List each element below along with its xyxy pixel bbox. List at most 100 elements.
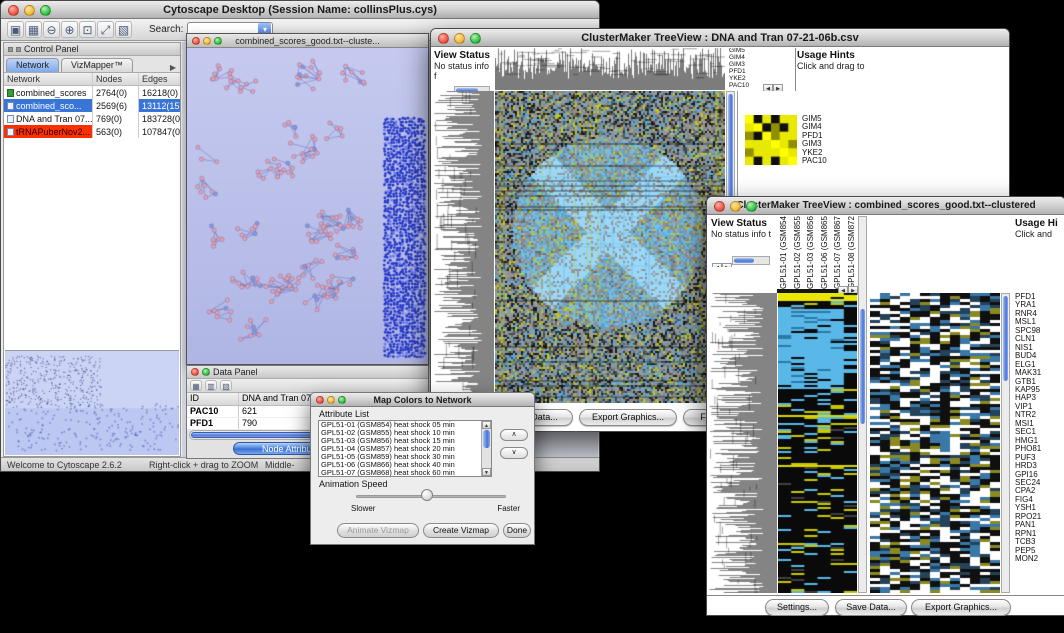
- zoom-in-icon[interactable]: ⊕: [61, 21, 78, 38]
- zoom-selected-icon[interactable]: ⊡: [79, 21, 96, 38]
- attribute-table-icon[interactable]: ▦: [190, 380, 202, 391]
- move-up-button[interactable]: ∧: [500, 429, 528, 441]
- secondary-vscrollbar[interactable]: [1001, 293, 1010, 593]
- maximize-icon[interactable]: [214, 37, 222, 45]
- open-session-icon[interactable]: ▣: [7, 21, 24, 38]
- select-attributes-icon[interactable]: ▥: [205, 380, 217, 391]
- save-session-icon[interactable]: ▦: [25, 21, 42, 38]
- list-vscrollbar[interactable]: ▲ ▼: [481, 421, 491, 476]
- snapshot-icon[interactable]: ▧: [115, 21, 132, 38]
- tab-vizmapper[interactable]: VizMapper™: [61, 58, 133, 72]
- column-header-label[interactable]: GPL51-01 (GSM854: [777, 216, 791, 289]
- scroll-left-icon[interactable]: ◀: [712, 263, 722, 267]
- scroll-down-icon[interactable]: ▼: [482, 468, 491, 476]
- column-header-label[interactable]: GPL51-02 (GSM855: [791, 216, 805, 289]
- close-icon[interactable]: [192, 37, 200, 45]
- correlation-matrix-canvas[interactable]: [745, 115, 797, 165]
- close-icon[interactable]: [8, 5, 19, 16]
- usage-hints-text: Click and drag to: [797, 61, 1005, 71]
- close-icon[interactable]: [714, 201, 725, 212]
- move-down-button[interactable]: ∨: [500, 447, 528, 459]
- maximize-icon[interactable]: [746, 201, 757, 212]
- divider: [795, 48, 796, 91]
- network-row[interactable]: combined_sco... 2569(6) 13112(15): [4, 99, 180, 112]
- network-row[interactable]: combined_scores 2764(0) 16218(0): [4, 86, 180, 99]
- panel-close-icon[interactable]: [16, 47, 21, 52]
- maximize-icon[interactable]: [40, 5, 51, 16]
- zoom-fit-icon[interactable]: ⤢: [97, 21, 114, 38]
- column-dendrogram-canvas[interactable]: [495, 48, 725, 90]
- tab-overflow-icon[interactable]: ▶: [170, 63, 178, 72]
- network-edges: 107847(0): [139, 125, 180, 138]
- save-data-button[interactable]: Save Data...: [835, 599, 907, 616]
- network-table-header: Network Nodes Edges: [4, 73, 180, 86]
- maximize-icon[interactable]: [470, 33, 481, 44]
- scrollbar-thumb[interactable]: [483, 430, 490, 448]
- column-header-label[interactable]: GPL51-06 (GSM865: [818, 216, 832, 289]
- gene-label[interactable]: MON2: [1015, 555, 1064, 563]
- minimize-icon[interactable]: [730, 201, 741, 212]
- network-overview-thumbnail[interactable]: [5, 350, 179, 455]
- scrollbar-thumb[interactable]: [1003, 296, 1008, 381]
- row-dendrogram-canvas[interactable]: [434, 91, 494, 403]
- speed-slider-thumb[interactable]: [421, 489, 433, 501]
- treeview-titlebar[interactable]: ClusterMaker TreeView : combined_scores_…: [707, 197, 1064, 215]
- network-row[interactable]: tRNAPuberNov2... 563(0) 107847(0): [4, 125, 180, 138]
- done-button[interactable]: Done: [503, 523, 531, 538]
- network-edges: 16218(0): [139, 86, 180, 99]
- minimize-icon[interactable]: [327, 396, 335, 404]
- matrix-label[interactable]: PAC10: [802, 157, 862, 165]
- panel-float-icon[interactable]: [8, 47, 13, 52]
- scrollbar-track[interactable]: [732, 256, 770, 265]
- animation-speed-label: Animation Speed: [319, 479, 388, 489]
- scrollbar-thumb[interactable]: [734, 258, 754, 263]
- cytoscape-titlebar[interactable]: Cytoscape Desktop (Session Name: collins…: [1, 1, 599, 19]
- network-row[interactable]: DNA and Tran 07... 769(0) 183728(0): [4, 112, 180, 125]
- network-view-titlebar[interactable]: combined_scores_good.txt--cluste...: [187, 34, 428, 48]
- data-panel-header[interactable]: Data Panel: [187, 366, 428, 379]
- secondary-heatmap-canvas[interactable]: [870, 293, 1000, 593]
- scrollbar-thumb[interactable]: [728, 94, 733, 199]
- scroll-up-icon[interactable]: ▲: [482, 421, 491, 429]
- control-panel-header[interactable]: Control Panel: [4, 43, 180, 56]
- export-graphics-button[interactable]: Export Graphics...: [579, 409, 677, 426]
- heatmap-canvas[interactable]: [778, 293, 857, 593]
- attribute-function-icon[interactable]: ▧: [220, 380, 232, 391]
- column-header-edges[interactable]: Edges: [139, 73, 180, 85]
- settings-button[interactable]: Settings...: [765, 599, 829, 616]
- maximize-icon[interactable]: [338, 396, 346, 404]
- window-title: ClusterMaker TreeView : combined_scores_…: [736, 200, 1035, 211]
- heatmap-canvas[interactable]: [495, 91, 725, 403]
- divider: [707, 595, 1064, 596]
- column-header-id[interactable]: ID: [187, 393, 239, 405]
- export-graphics-button[interactable]: Export Graphics...: [911, 599, 1011, 616]
- create-vizmap-button[interactable]: Create Vizmap: [423, 523, 499, 538]
- dialog-titlebar[interactable]: Map Colors to Network: [311, 393, 534, 407]
- usage-hints-text: Click and: [1015, 229, 1064, 239]
- minimize-icon[interactable]: [24, 5, 35, 16]
- float-icon[interactable]: [202, 368, 210, 376]
- zoom-out-icon[interactable]: ⊖: [43, 21, 60, 38]
- scroll-right-icon[interactable]: ▶: [722, 263, 732, 267]
- tab-network[interactable]: Network: [6, 58, 59, 72]
- close-icon[interactable]: [316, 396, 324, 404]
- row-dendrogram-canvas[interactable]: [709, 293, 777, 593]
- close-icon[interactable]: [191, 368, 199, 376]
- column-label[interactable]: PAC10: [729, 83, 763, 90]
- minimize-icon[interactable]: [454, 33, 465, 44]
- heatmap-vscrollbar[interactable]: [858, 216, 867, 593]
- network-graph-canvas[interactable]: [187, 48, 428, 364]
- network-nodes: 2764(0): [93, 86, 139, 99]
- animate-vizmap-button[interactable]: Animate Vizmap: [337, 523, 419, 538]
- matrix-label-list: GIM5GIM4PFD1GIM3YKE2PAC10: [802, 115, 862, 167]
- minimize-icon[interactable]: [203, 37, 211, 45]
- close-icon[interactable]: [438, 33, 449, 44]
- column-header-label[interactable]: GPL51-03 (GSM856: [804, 216, 818, 289]
- scrollbar-thumb[interactable]: [860, 309, 865, 424]
- network-view-window: combined_scores_good.txt--cluste...: [186, 33, 429, 365]
- column-header-nodes[interactable]: Nodes: [93, 73, 139, 85]
- treeview-titlebar[interactable]: ClusterMaker TreeView : DNA and Tran 07-…: [431, 29, 1009, 47]
- usage-hints-panel: Usage Hints Click and drag to: [797, 50, 1005, 88]
- attribute-item[interactable]: GPL51-07 (GSM868) heat shock 60 min: [319, 469, 491, 477]
- column-header-network[interactable]: Network: [4, 73, 93, 85]
